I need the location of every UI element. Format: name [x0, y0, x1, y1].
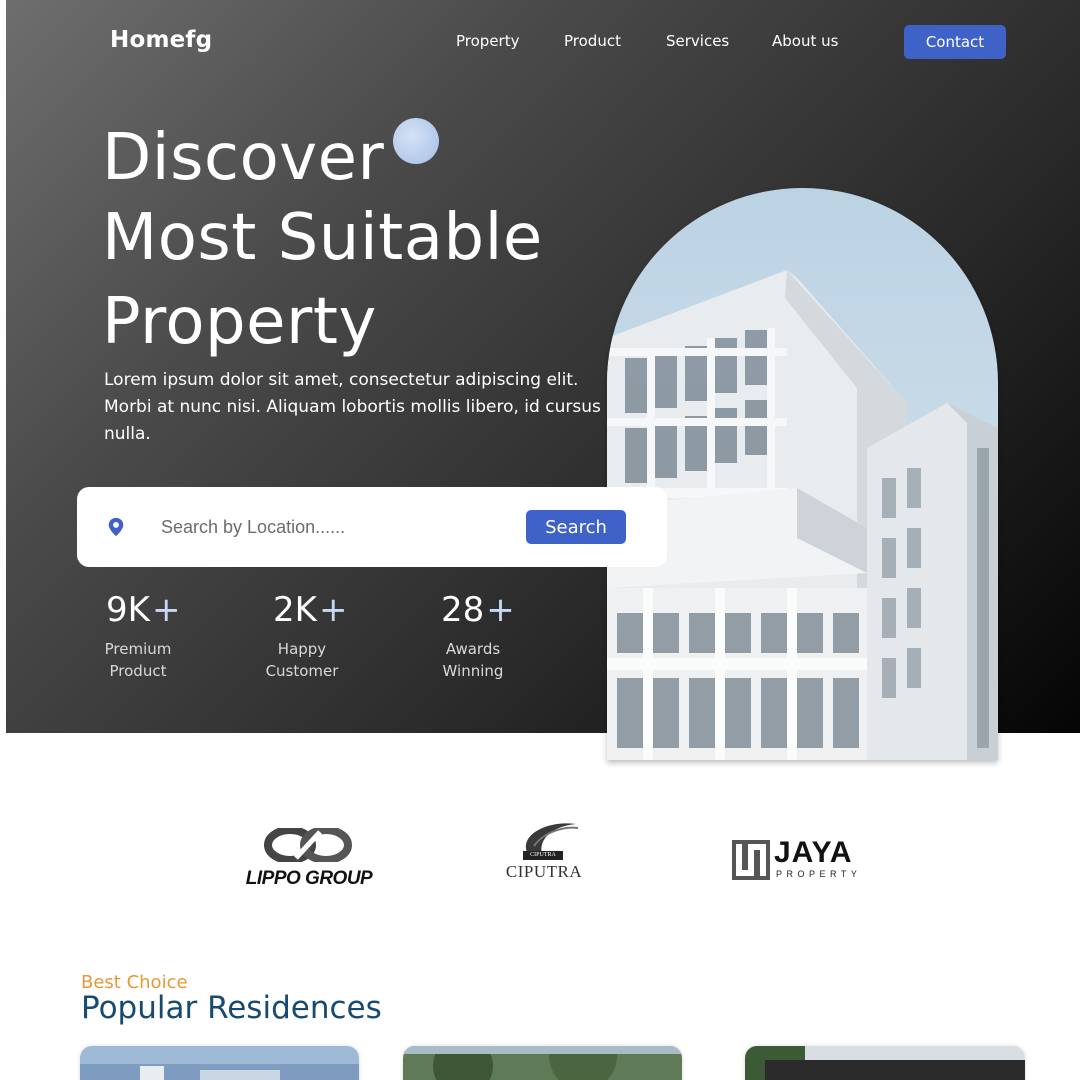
- stat-suffix: +: [151, 590, 181, 630]
- hero-building-image: [607, 188, 998, 760]
- lippo-group-wordmark: LIPPO GROUP: [245, 868, 373, 889]
- stat-label-line: Winning: [442, 662, 504, 680]
- jaya-maze-icon: [732, 840, 770, 880]
- residence-card[interactable]: [745, 1046, 1025, 1080]
- hero-description: Lorem ipsum dolor sit amet, consectetur …: [104, 370, 601, 444]
- residence-image: [80, 1046, 359, 1080]
- lippo-group-logo: LIPPO GROUP: [238, 828, 380, 892]
- nav-link-product[interactable]: Product: [564, 32, 621, 50]
- residence-card[interactable]: [80, 1046, 359, 1080]
- location-search-bar: Search: [77, 487, 667, 567]
- residence-card[interactable]: [403, 1046, 682, 1080]
- hero-headline-line-3: Property: [102, 285, 377, 359]
- nav-link-property[interactable]: Property: [456, 32, 519, 50]
- stat-label-line: Awards: [445, 640, 501, 658]
- section-title: Popular Residences: [81, 990, 382, 1026]
- stat-happy-customer-value: 2K+: [273, 590, 347, 630]
- ciputra-badge: CIPUTRA: [523, 851, 563, 860]
- nav-link-services[interactable]: Services: [666, 32, 729, 50]
- stat-label-line: Product: [109, 662, 167, 680]
- lippo-mark-icon: [264, 828, 352, 862]
- stat-value: 28: [441, 590, 485, 630]
- stat-awards-winning-value: 28+: [441, 590, 515, 630]
- stat-suffix: +: [318, 590, 348, 630]
- jaya-property-logo: JAYA PROPERTY: [732, 836, 882, 882]
- brand-logo[interactable]: Homefg: [110, 27, 212, 53]
- jaya-subtitle: PROPERTY: [776, 869, 862, 879]
- residence-image: [745, 1046, 1025, 1080]
- search-button[interactable]: Search: [526, 510, 626, 544]
- stat-value: 2K: [273, 590, 317, 630]
- decorative-bubble: [393, 118, 439, 164]
- contact-button[interactable]: Contact: [904, 25, 1006, 59]
- stat-premium-product-label: Premium Product: [98, 638, 178, 682]
- stat-label-line: Customer: [265, 662, 339, 680]
- stat-happy-customer-label: Happy Customer: [257, 638, 347, 682]
- residence-image: [403, 1046, 682, 1080]
- ciputra-wordmark: CIPUTRA: [505, 862, 583, 881]
- hero-headline-line-2: Most Suitable: [102, 201, 543, 275]
- stat-awards-winning-label: Awards Winning: [433, 638, 513, 682]
- stat-premium-product-value: 9K+: [106, 590, 180, 630]
- ciputra-logo: CIPUTRA CIPUTRA: [498, 816, 590, 886]
- stat-value: 9K: [106, 590, 150, 630]
- stat-suffix: +: [486, 590, 515, 630]
- location-pin-icon: [108, 517, 124, 537]
- stat-label-line: Premium: [104, 640, 172, 658]
- stat-label-line: Happy: [277, 640, 327, 658]
- jaya-wordmark: JAYA: [774, 836, 853, 869]
- hero-headline-line-1: Discover: [102, 121, 385, 195]
- location-search-input[interactable]: [161, 512, 501, 542]
- nav-link-about-us[interactable]: About us: [772, 32, 838, 50]
